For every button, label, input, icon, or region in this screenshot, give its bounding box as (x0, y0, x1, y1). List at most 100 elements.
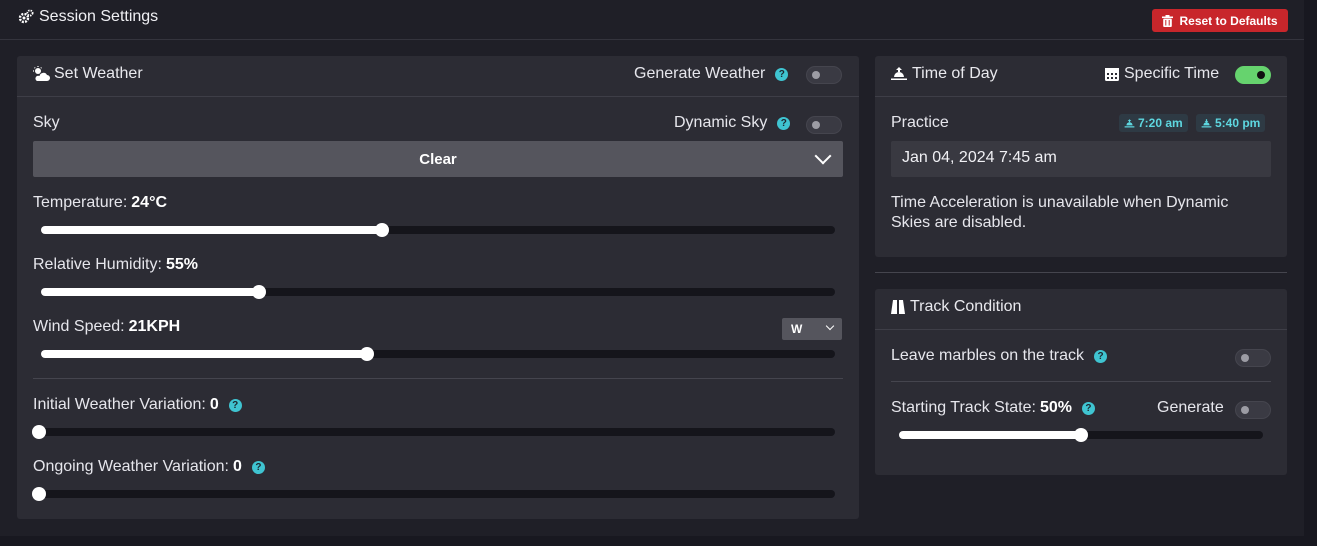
divider (33, 378, 843, 379)
track-condition-title: Track Condition (890, 298, 1021, 316)
sky-select-value: Clear (419, 150, 457, 168)
slider-thumb[interactable] (32, 425, 46, 439)
sunset-icon (1201, 118, 1212, 127)
humidity-label-text: Relative Humidity: (33, 256, 162, 273)
weather-panel-title-text: Set Weather (54, 65, 143, 82)
dynamic-sky-label: Dynamic Sky? (674, 114, 791, 132)
sky-select[interactable]: Clear (33, 141, 843, 177)
temperature-slider[interactable] (41, 223, 835, 237)
marbles-toggle[interactable] (1235, 349, 1271, 367)
track-state-label-text: Starting Track State: (891, 399, 1036, 416)
slider-fill (41, 288, 260, 296)
specific-time-toggle[interactable] (1235, 66, 1271, 84)
specific-time-label: Specific Time (1104, 65, 1219, 83)
top-bar: Session Settings Reset to Defaults (0, 0, 1304, 40)
divider (875, 272, 1287, 273)
ongoing-variation-label: Ongoing Weather Variation: 0? (33, 458, 265, 476)
slider-thumb[interactable] (359, 347, 374, 361)
track-condition-header: Track Condition (875, 289, 1287, 330)
weather-panel: Set Weather Generate Weather? Sky Dynami… (17, 56, 859, 519)
temperature-label-text: Temperature: (33, 194, 128, 211)
generate-weather-label: Generate Weather? (634, 65, 789, 83)
slider-thumb[interactable] (375, 223, 390, 237)
slider-thumb[interactable] (252, 285, 267, 299)
page-title-text: Session Settings (39, 8, 159, 25)
toggle-knob (1257, 71, 1265, 79)
time-acceleration-note: Time Acceleration is unavailable when Dy… (891, 194, 1229, 231)
road-icon (890, 299, 906, 315)
help-icon[interactable]: ? (251, 460, 265, 474)
generate-track-label: Generate (1157, 399, 1224, 416)
session-label: Practice (891, 114, 949, 131)
sky-label: Sky (33, 114, 60, 131)
toggle-knob (812, 121, 820, 129)
humidity-value: 55% (165, 256, 198, 273)
initial-variation-label-text: Initial Weather Variation: (33, 396, 206, 413)
toggle-knob (812, 71, 820, 79)
marbles-label-text: Leave marbles on the track (891, 347, 1084, 364)
wind-direction-value: W (791, 322, 803, 336)
help-icon[interactable]: ? (228, 398, 242, 412)
reset-defaults-label: Reset to Defaults (1179, 13, 1278, 28)
generate-weather-text: Generate Weather (634, 65, 766, 82)
datetime-input[interactable]: Jan 04, 2024 7:45 am (891, 141, 1271, 177)
help-icon[interactable]: ? (1081, 401, 1095, 415)
wind-speed-label-text: Wind Speed: (33, 318, 125, 335)
initial-variation-slider[interactable] (32, 425, 835, 439)
reset-defaults-button[interactable]: Reset to Defaults (1152, 9, 1288, 32)
help-icon[interactable]: ? (777, 116, 791, 130)
track-condition-title-text: Track Condition (910, 298, 1022, 315)
slider-fill (41, 350, 367, 358)
gears-icon (18, 9, 34, 25)
help-icon[interactable]: ? (1094, 349, 1107, 363)
help-icon[interactable]: ? (775, 67, 789, 81)
weather-panel-title: Set Weather (32, 65, 143, 83)
chevron-down-icon (825, 321, 835, 331)
sunset-time: 5:40 pm (1215, 116, 1261, 130)
ongoing-variation-slider[interactable] (32, 487, 835, 501)
weather-panel-header: Set Weather Generate Weather? (17, 56, 859, 97)
wind-direction-select[interactable]: W (782, 318, 842, 340)
temperature-label: Temperature: 24°C (33, 194, 167, 212)
wind-speed-value: 21KPH (128, 318, 181, 335)
track-state-value: 50% (1039, 399, 1072, 416)
page-title: Session Settings (18, 8, 158, 26)
ongoing-variation-value: 0 (232, 458, 242, 475)
wind-speed-label: Wind Speed: 21KPH (33, 318, 180, 336)
divider (891, 381, 1271, 382)
time-of-day-panel: Time of Day Specific Time Practice 7:20 … (875, 56, 1287, 257)
initial-variation-label: Initial Weather Variation: 0? (33, 396, 242, 414)
specific-time-text: Specific Time (1124, 65, 1220, 82)
track-state-label: Starting Track State: 50%? (891, 399, 1095, 417)
wind-speed-slider[interactable] (41, 347, 835, 361)
humidity-label: Relative Humidity: 55% (33, 256, 198, 274)
sunrise-icon (1124, 118, 1135, 127)
sunrise-badge: 7:20 am (1119, 114, 1188, 132)
dynamic-sky-toggle[interactable] (806, 116, 842, 134)
slider-thumb[interactable] (32, 487, 46, 501)
toggle-knob (1241, 406, 1249, 414)
track-condition-panel: Track Condition Leave marbles on the tra… (875, 289, 1287, 475)
temperature-value: 24°C (131, 194, 168, 211)
calendar-icon (1104, 66, 1120, 82)
generate-track-toggle[interactable] (1235, 401, 1271, 419)
generate-weather-toggle[interactable] (806, 66, 842, 84)
toggle-knob (1241, 354, 1249, 362)
sunrise-time: 7:20 am (1138, 116, 1183, 130)
dynamic-sky-text: Dynamic Sky (674, 114, 768, 131)
slider-fill (41, 226, 383, 234)
chevron-down-icon (814, 147, 832, 165)
sunrise-icon (890, 66, 908, 82)
track-state-slider[interactable] (899, 428, 1263, 442)
slider-thumb[interactable] (1074, 428, 1088, 442)
time-of-day-title-text: Time of Day (912, 65, 998, 82)
time-of-day-header: Time of Day Specific Time (875, 56, 1287, 97)
time-of-day-title: Time of Day (890, 65, 998, 83)
ongoing-variation-label-text: Ongoing Weather Variation: (33, 458, 229, 475)
marbles-label: Leave marbles on the track? (891, 347, 1107, 365)
sunset-badge: 5:40 pm (1196, 114, 1266, 132)
slider-fill (899, 431, 1081, 439)
initial-variation-value: 0 (209, 396, 219, 413)
humidity-slider[interactable] (41, 285, 835, 299)
cloud-sun-icon (32, 66, 50, 82)
